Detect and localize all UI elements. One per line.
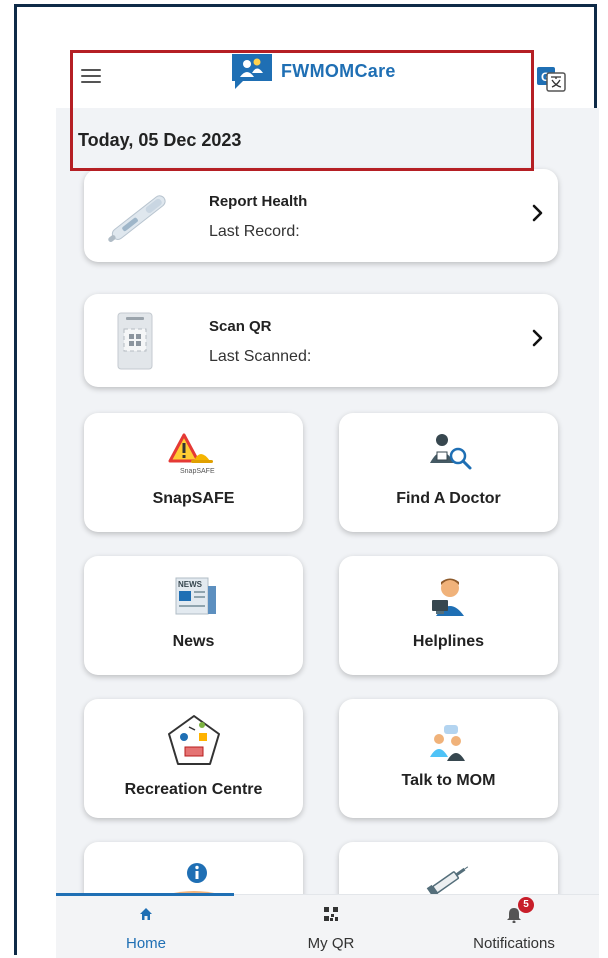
- nav-notifications-label: Notifications: [473, 935, 555, 952]
- bottom-navigation: Home My QR 5 Notifications: [56, 893, 599, 958]
- qr-scanner-icon: [117, 312, 153, 370]
- notification-badge: 5: [518, 897, 534, 913]
- tile-find-a-doctor[interactable]: Find A Doctor: [339, 413, 558, 532]
- recreation-centre-label: Recreation Centre: [124, 781, 263, 798]
- newspaper-icon: NEWS: [175, 577, 216, 615]
- talk-to-mom-label: Talk to MOM: [401, 772, 496, 789]
- tile-news[interactable]: NEWS News: [84, 556, 303, 675]
- thermometer-icon: [108, 195, 166, 242]
- scan-qr-card[interactable]: Scan QR Last Scanned:: [84, 294, 558, 387]
- last-record-label: Last Record:: [209, 223, 300, 240]
- nav-notifications[interactable]: 5 Notifications: [449, 895, 579, 958]
- nav-home[interactable]: Home: [96, 895, 196, 958]
- scan-qr-title: Scan QR: [209, 318, 272, 335]
- news-caption: NEWS: [178, 580, 203, 589]
- chevron-right-icon: [532, 204, 543, 222]
- nav-my-qr[interactable]: My QR: [281, 895, 381, 958]
- helpline-agent-icon: [431, 578, 464, 616]
- news-label: News: [172, 633, 215, 650]
- tile-snapsafe[interactable]: SnapSAFE SnapSAFE: [84, 413, 303, 532]
- helplines-label: Helplines: [412, 633, 485, 650]
- home-icon: [140, 908, 152, 920]
- highlight-box: [70, 50, 534, 171]
- doctor-search-icon: [429, 434, 471, 470]
- snapsafe-label: SnapSAFE: [152, 490, 235, 507]
- snapsafe-caption: SnapSAFE: [180, 468, 215, 475]
- recreation-centre-icon: [167, 715, 220, 765]
- translate-icon[interactable]: G: [536, 66, 566, 92]
- last-scanned-label: Last Scanned:: [209, 348, 312, 365]
- home-content: Today, 05 Dec 2023 Report Health Last Re…: [56, 108, 599, 958]
- warning-hardhat-icon: SnapSAFE: [168, 433, 215, 475]
- tile-talk-to-mom[interactable]: Talk to MOM: [339, 699, 558, 818]
- tile-helplines[interactable]: Helplines: [339, 556, 558, 675]
- phone-frame: FWMOMCare G Today, 05 Dec 2023 Report He…: [14, 4, 599, 958]
- find-a-doctor-label: Find A Doctor: [396, 490, 501, 507]
- chat-people-icon: [429, 725, 465, 761]
- report-health-card[interactable]: Report Health Last Record:: [84, 169, 558, 262]
- qr-code-icon: [324, 907, 338, 921]
- nav-my-qr-label: My QR: [307, 935, 355, 952]
- chevron-right-icon: [532, 329, 543, 347]
- tile-recreation-centre[interactable]: Recreation Centre: [84, 699, 303, 818]
- nav-home-label: Home: [125, 935, 166, 952]
- report-health-title: Report Health: [209, 193, 308, 210]
